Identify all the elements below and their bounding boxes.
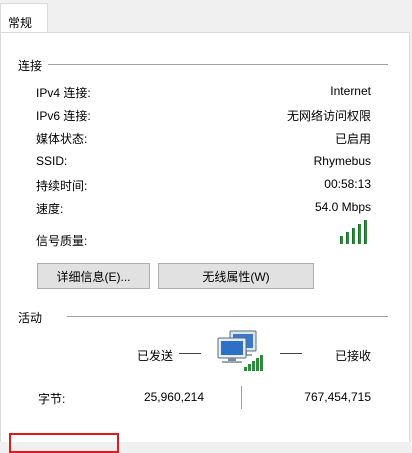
details-button[interactable]: 详细信息(E)... <box>37 263 150 289</box>
bytes-sent-value: 25,960,214 <box>143 390 204 404</box>
ipv6-value: 无网络访问权限 <box>286 109 371 123</box>
general-panel: 连接 IPv4 连接: Internet IPv6 连接: 无网络访问权限 媒体… <box>0 32 410 453</box>
bytes-received-value: 767,454,715 <box>304 390 371 404</box>
signal-bar <box>358 224 361 244</box>
activity-group-title: 活动 <box>18 311 43 325</box>
highlight-box <box>9 433 119 453</box>
ipv4-value: Internet <box>330 84 371 98</box>
ipv4-label: IPv4 连接: <box>36 86 91 100</box>
media-state-value: 已启用 <box>334 132 371 146</box>
ssid-label: SSID: <box>36 154 68 168</box>
connection-group-divider <box>48 64 388 65</box>
signal-bar <box>346 232 349 244</box>
network-computers-icon <box>214 329 270 373</box>
received-connector <box>280 353 302 354</box>
activity-group-divider <box>67 316 388 317</box>
sent-connector <box>179 353 201 354</box>
bytes-label: 字节: <box>38 392 66 406</box>
speed-value: 54.0 Mbps <box>314 200 371 214</box>
tab-general-label: 常规 <box>8 16 33 30</box>
tab-strip: 常规 <box>0 0 412 33</box>
media-state-label: 媒体状态: <box>36 132 88 146</box>
received-label: 已接收 <box>335 349 372 363</box>
speed-label: 速度: <box>36 202 64 216</box>
duration-label: 持续时间: <box>36 179 88 193</box>
signal-quality-label: 信号质量: <box>36 234 88 248</box>
connection-group-title: 连接 <box>18 59 43 73</box>
signal-bar <box>352 228 355 244</box>
signal-strength-icon <box>340 220 372 244</box>
bytes-separator <box>241 386 242 409</box>
signal-bar <box>340 236 343 244</box>
signal-bar <box>364 220 367 244</box>
wireless-properties-button[interactable]: 无线属性(W) <box>158 263 314 289</box>
sent-label: 已发送 <box>137 349 174 363</box>
ssid-value: Rhymebus <box>313 154 371 168</box>
duration-value: 00:58:13 <box>324 177 371 191</box>
ipv6-label: IPv6 连接: <box>36 109 91 123</box>
tab-general[interactable]: 常规 <box>0 3 48 33</box>
